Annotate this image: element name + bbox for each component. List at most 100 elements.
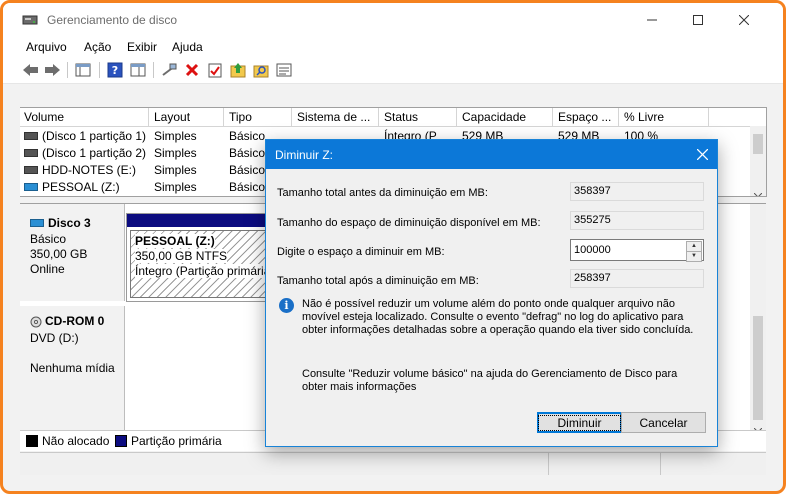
close-button[interactable]: [721, 3, 767, 37]
status-divider: [660, 453, 661, 475]
scroll-thumb[interactable]: [753, 316, 763, 420]
toolbar: ?: [3, 57, 783, 84]
column-layout[interactable]: Layout: [154, 110, 190, 124]
shrink-button-label: Diminuir: [538, 414, 621, 431]
forward-button[interactable]: [43, 61, 61, 79]
window-frame: Gerenciamento de disco Arquivo Ação Exib…: [0, 0, 786, 494]
shrink-amount-stepper[interactable]: ▲ ▼: [570, 239, 704, 262]
volume-type: Básico: [229, 163, 266, 177]
scroll-down-icon[interactable]: [753, 422, 763, 431]
disk-size: 350,00 GB: [30, 247, 88, 261]
volume-name: (Disco 1 partição 1): [24, 129, 146, 143]
folder-search-icon: [253, 65, 269, 78]
back-button[interactable]: [22, 61, 40, 79]
connect-button[interactable]: [160, 61, 178, 79]
legend-swatch-unallocated: [26, 435, 38, 447]
check-button[interactable]: [206, 61, 224, 79]
cdrom-0-label[interactable]: CD-ROM 0 DVD (D:) Nenhuma mídia: [20, 306, 125, 431]
help-message: Consulte "Reduzir volume básico" na ajud…: [302, 368, 678, 393]
title-bar[interactable]: Gerenciamento de disco: [3, 3, 783, 37]
disk-kind: Básico: [30, 232, 67, 246]
menu-acao[interactable]: Ação: [84, 40, 111, 54]
available-label: Tamanho do espaço de diminuição disponív…: [277, 217, 541, 229]
column-separator[interactable]: [223, 108, 224, 126]
volume-layout: Simples: [154, 129, 197, 143]
list-scrollbar[interactable]: [750, 126, 766, 196]
toolbar-separator: [67, 62, 68, 78]
properties-view-button[interactable]: [129, 61, 147, 79]
disk-state: Nenhuma mídia: [30, 361, 115, 375]
shrink-dialog: Diminuir Z: Tamanho total antes da dimin…: [265, 139, 718, 447]
svg-text:?: ?: [112, 64, 118, 77]
column-separator[interactable]: [708, 108, 709, 126]
column-separator[interactable]: [291, 108, 292, 126]
column-separator[interactable]: [378, 108, 379, 126]
partition-size: 350,00 GB NTFS: [135, 249, 228, 263]
scroll-thumb[interactable]: [753, 134, 763, 154]
dialog-title-bar[interactable]: Diminuir Z:: [266, 140, 717, 169]
volume-name: PESSOAL (Z:): [24, 180, 120, 194]
upload-button[interactable]: [229, 61, 247, 79]
volume-type: Básico: [229, 129, 266, 143]
menu-arquivo[interactable]: Arquivo: [26, 40, 67, 54]
column-separator[interactable]: [552, 108, 553, 126]
dialog-title: Diminuir Z:: [275, 148, 334, 162]
info-message: Não é possível reduzir um volume além do…: [302, 298, 694, 336]
column-status[interactable]: Status: [384, 110, 418, 124]
toolbar-separator: [153, 62, 154, 78]
delete-button[interactable]: [183, 61, 201, 79]
scroll-down-icon[interactable]: [753, 187, 763, 196]
console-tree-icon: [75, 63, 91, 77]
menu-bar: Arquivo Ação Exibir Ajuda: [3, 37, 783, 57]
total-after-field: 258397: [570, 269, 704, 288]
minimize-icon: [647, 19, 657, 21]
search-button[interactable]: [252, 61, 270, 79]
total-before-field: 358397: [570, 182, 704, 201]
status-divider: [548, 453, 549, 475]
column-pct-free[interactable]: % Livre: [624, 110, 664, 124]
arrow-right-icon: [45, 64, 60, 76]
disk-icon: [30, 218, 44, 227]
column-filesystem[interactable]: Sistema de ...: [297, 110, 370, 124]
disk-map-scrollbar[interactable]: [750, 204, 766, 431]
minimize-button[interactable]: [629, 3, 675, 37]
drive-icon: [24, 165, 38, 174]
help-button[interactable]: ?: [106, 61, 124, 79]
maximize-button[interactable]: [675, 3, 721, 37]
spin-down-button[interactable]: ▼: [686, 251, 702, 262]
legend-swatch-primary: [115, 435, 127, 447]
toolbar-separator: [99, 62, 100, 78]
drive-icon: [24, 131, 38, 140]
close-icon: [739, 15, 749, 25]
column-capacity[interactable]: Capacidade: [462, 110, 526, 124]
window-title: Gerenciamento de disco: [47, 13, 178, 27]
list-header: Volume Layout Tipo Sistema de ... Status…: [20, 108, 766, 127]
legend-unallocated: Não alocado: [42, 434, 110, 448]
column-free-space[interactable]: Espaço ...: [558, 110, 611, 124]
disk-3-label[interactable]: Disco 3 Básico 350,00 GB Online: [20, 204, 125, 301]
column-separator[interactable]: [456, 108, 457, 126]
volume-layout: Simples: [154, 180, 197, 194]
dialog-close-button[interactable]: [687, 140, 717, 169]
checklist-icon: [208, 63, 222, 78]
console-tree-button[interactable]: [74, 61, 92, 79]
volume-name: HDD-NOTES (E:): [24, 163, 136, 177]
shrink-amount-input[interactable]: [571, 240, 689, 260]
total-after-label: Tamanho total após a diminuição em MB:: [277, 275, 479, 287]
disk-name: CD-ROM 0: [30, 314, 104, 328]
column-volume[interactable]: Volume: [24, 110, 64, 124]
info-icon: i: [279, 298, 294, 313]
volume-layout: Simples: [154, 146, 197, 160]
cancel-button[interactable]: Cancelar: [621, 412, 706, 433]
column-separator[interactable]: [148, 108, 149, 126]
column-separator[interactable]: [618, 108, 619, 126]
menu-ajuda[interactable]: Ajuda: [172, 40, 203, 54]
shrink-button[interactable]: Diminuir: [537, 412, 622, 433]
menu-exibir[interactable]: Exibir: [127, 40, 157, 54]
column-tipo[interactable]: Tipo: [229, 110, 252, 124]
connect-icon: [162, 63, 177, 76]
list-view-button[interactable]: [275, 61, 293, 79]
disk-kind: DVD (D:): [30, 331, 79, 345]
total-before-label: Tamanho total antes da diminuição em MB:: [277, 187, 488, 199]
folder-up-icon: [230, 63, 246, 78]
